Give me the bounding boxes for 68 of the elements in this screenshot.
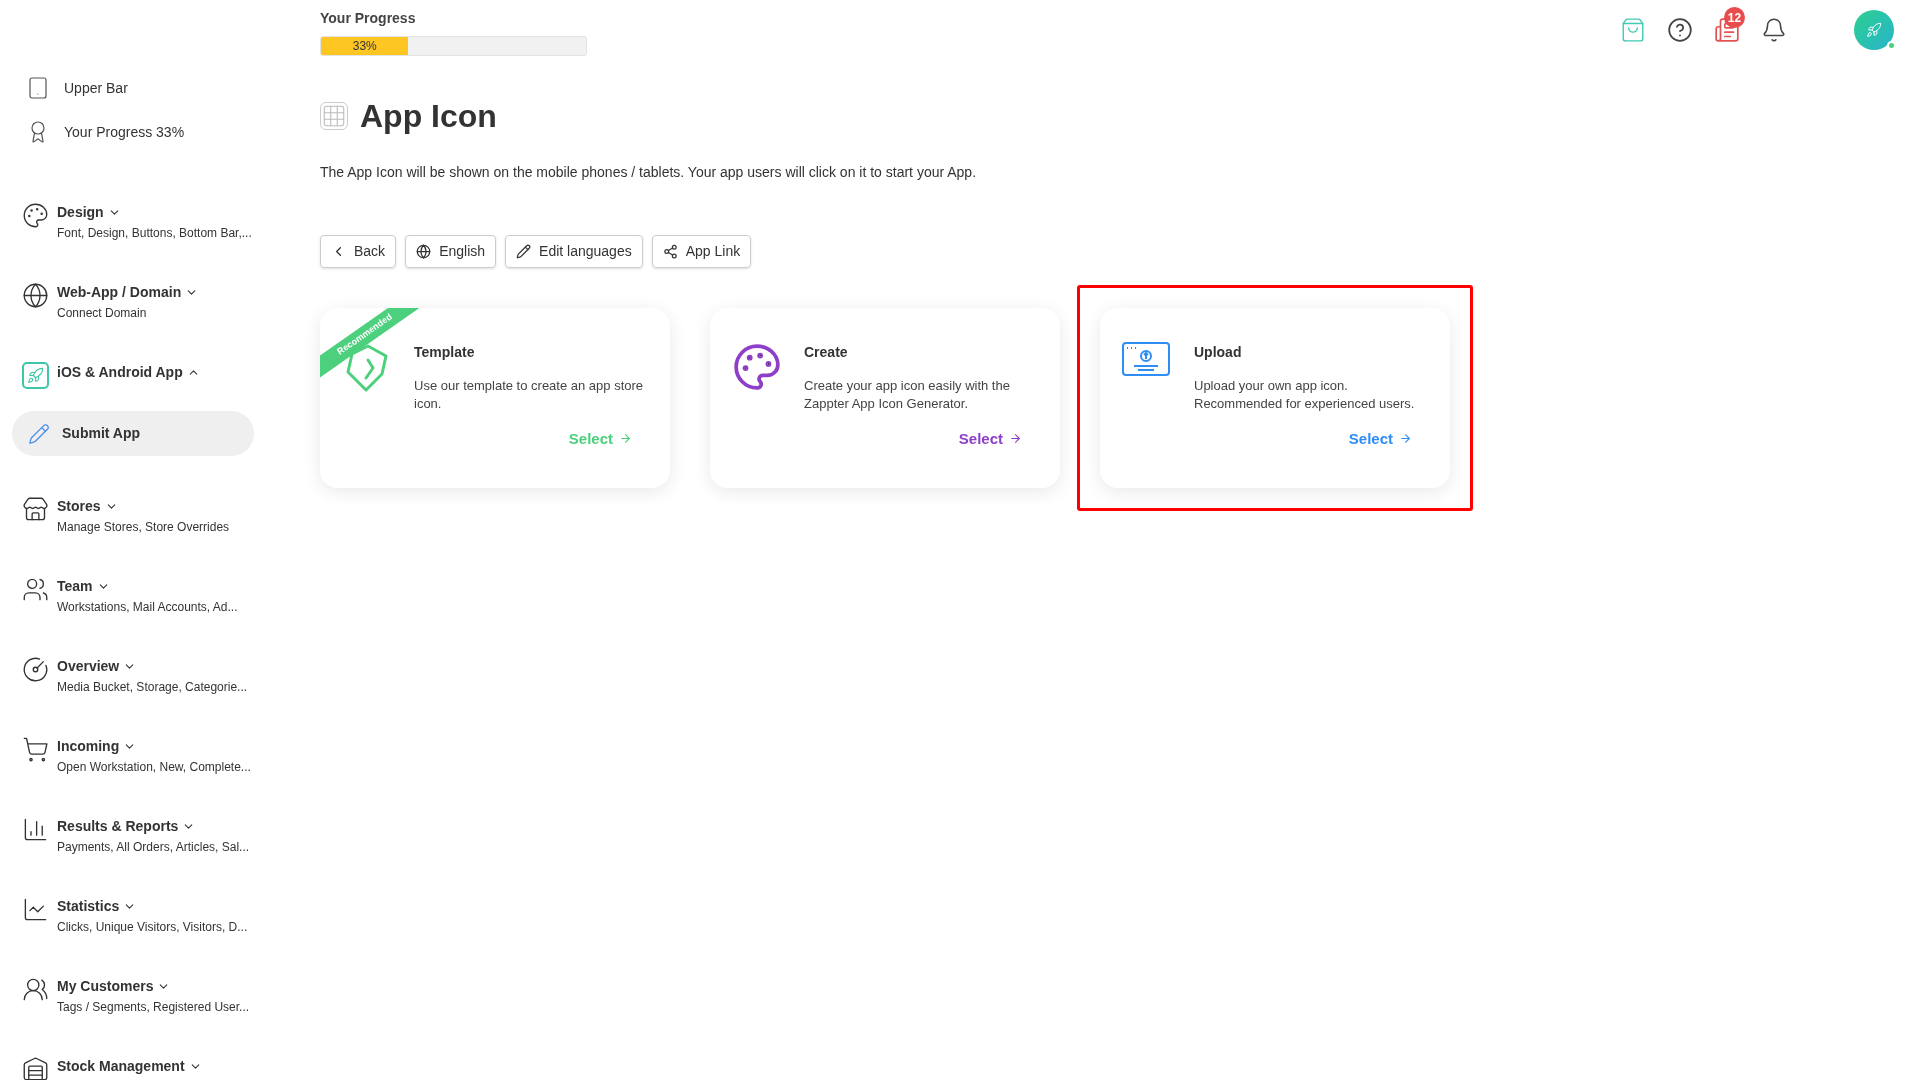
toolbar-button[interactable]: Back bbox=[320, 235, 397, 268]
sidebar-item[interactable]: Your Progress 33% bbox=[12, 120, 254, 144]
share-icon bbox=[662, 244, 678, 259]
toolbar-button[interactable]: App Link bbox=[651, 235, 752, 268]
card-description: Upload your own app icon. Recommended for experienced users. bbox=[1194, 377, 1416, 413]
card-title: Template bbox=[414, 343, 476, 362]
card-title: Create bbox=[804, 343, 849, 362]
globe-icon bbox=[416, 244, 432, 259]
gauge-icon bbox=[22, 656, 49, 683]
sidebar-section-subtitle: Tags / Segments, Registered User... bbox=[57, 999, 250, 1016]
arrow-right-icon bbox=[1399, 432, 1412, 446]
card-description: Use our template to create an app store icon. bbox=[414, 377, 645, 413]
sidebar-section-subtitle: Font, Design, Buttons, Bottom Bar,... bbox=[57, 225, 252, 242]
arrow-right-icon bbox=[619, 432, 632, 446]
arrow-right-icon bbox=[1009, 432, 1022, 446]
sidebar-subitem-label: Submit App bbox=[62, 424, 141, 443]
sidebar-section-subtitle: Connect Domain bbox=[57, 305, 148, 322]
sidebar-section-toggle[interactable]: Design bbox=[57, 202, 252, 222]
app-icon-grid-icon bbox=[320, 102, 348, 130]
sidebar-section-toggle[interactable]: Stores bbox=[57, 496, 230, 516]
palette-icon bbox=[732, 342, 782, 392]
sidebar-section-toggle[interactable]: Overview bbox=[57, 656, 248, 676]
sidebar-section-toggle[interactable]: Statistics bbox=[57, 896, 248, 916]
sidebar-section-toggle[interactable]: Web-App / Domain bbox=[57, 282, 199, 302]
line-chart-icon bbox=[22, 896, 49, 923]
pencil-icon bbox=[28, 422, 50, 445]
help-icon[interactable] bbox=[1667, 17, 1693, 43]
rocket-icon bbox=[22, 362, 49, 389]
option-card[interactable]: Create Create your app icon easily with the Zappter App Icon Generator. Select bbox=[710, 308, 1060, 488]
sidebar-section-toggle[interactable]: Stock Management bbox=[57, 1056, 202, 1076]
sidebar-section-toggle[interactable]: Team bbox=[57, 576, 238, 596]
people-icon bbox=[22, 976, 49, 1003]
sidebar-section-toggle[interactable]: iOS & Android App bbox=[57, 362, 200, 382]
sidebar-section-subtitle: Media Bucket, Storage, Categorie... bbox=[57, 679, 248, 696]
sidebar-section-subtitle: Manage Stores, Store Overrides bbox=[57, 519, 230, 536]
sidebar-section-toggle[interactable]: Results & Reports bbox=[57, 816, 250, 836]
cart-icon bbox=[22, 736, 49, 763]
bar-chart-icon bbox=[22, 816, 49, 843]
user-avatar[interactable] bbox=[1854, 10, 1894, 50]
house-icon bbox=[22, 1056, 49, 1080]
progress-fill: 33% bbox=[321, 37, 409, 55]
progress-label: Your Progress bbox=[320, 9, 417, 28]
sidebar-section-toggle[interactable]: My Customers bbox=[57, 976, 250, 996]
toolbar-button[interactable]: Edit languages bbox=[505, 235, 643, 268]
pencil-icon bbox=[516, 244, 532, 259]
option-card[interactable]: Upload Upload your own app icon. Recommended for experienced users. Select bbox=[1100, 308, 1450, 488]
tablet-icon bbox=[26, 76, 50, 100]
globe-icon bbox=[22, 282, 49, 309]
sidebar-subitem[interactable]: Submit App bbox=[12, 411, 254, 456]
page-description: The App Icon will be shown on the mobile phones / tablets. Your app users will click on it to start your App. bbox=[320, 163, 978, 182]
select-link[interactable]: Select bbox=[958, 427, 1022, 450]
notification-icon[interactable] bbox=[1761, 17, 1787, 43]
sidebar-item[interactable]: Upper Bar bbox=[12, 76, 254, 100]
sidebar-section-subtitle: Clicks, Unique Visitors, Visitors, D... bbox=[57, 919, 248, 936]
people-icon bbox=[22, 576, 49, 603]
page-title: App Icon bbox=[360, 97, 497, 136]
notification-badge: 12 bbox=[1724, 7, 1745, 28]
sidebar-section-subtitle: Payments, All Orders, Articles, Sal... bbox=[57, 839, 250, 856]
sidebar-section-subtitle: Workstations, Mail Accounts, Ad... bbox=[57, 599, 238, 616]
sidebar-section-subtitle: Open Workstation, New, Complete... bbox=[57, 759, 251, 776]
palette-icon bbox=[22, 202, 49, 229]
sidebar-section-toggle[interactable]: Incoming bbox=[57, 736, 251, 756]
upload-screen-icon bbox=[1122, 342, 1170, 376]
card-title: Upload bbox=[1194, 343, 1243, 362]
toolbar-button[interactable]: English bbox=[405, 235, 497, 268]
shopping-bag-icon[interactable] bbox=[1620, 17, 1646, 43]
store-icon bbox=[22, 496, 49, 523]
card-description: Create your app icon easily with the Zappter App Icon Generator. bbox=[804, 377, 1011, 413]
